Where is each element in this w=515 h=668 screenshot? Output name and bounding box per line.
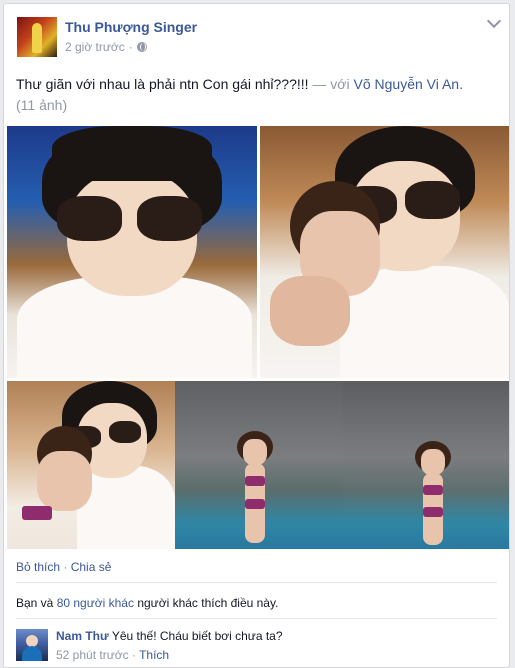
kid-swimsuit-top — [423, 485, 443, 495]
kid-face — [243, 439, 267, 465]
photo-3[interactable] — [7, 381, 175, 549]
divider — [16, 582, 497, 583]
author-avatar[interactable] — [17, 17, 57, 57]
kid-swimsuit-bottom — [423, 507, 443, 517]
divider — [16, 618, 497, 619]
kid-face — [37, 451, 92, 511]
photo-bangs — [52, 126, 212, 181]
kid-swimsuit-bottom — [245, 499, 265, 509]
post-text: Thư giãn với nhau là phải ntn Con gái nh… — [16, 74, 496, 116]
photo-count[interactable]: (11 ảnh) — [16, 97, 67, 113]
kid-swimsuit-top — [245, 476, 265, 486]
glasses-right — [137, 196, 202, 241]
photo-5[interactable] — [343, 381, 509, 549]
commenter-name[interactable]: Nam Thư — [56, 629, 109, 643]
share-link[interactable]: Chia sẻ — [71, 560, 112, 574]
comment-meta: 52 phút trước · Thích — [56, 648, 170, 662]
post-meta: 2 giờ trước · — [65, 40, 147, 54]
glasses-right — [109, 421, 141, 443]
comment: Nam Thư Yêu thế! Cháu biết bơi chưa ta? — [56, 629, 283, 643]
kid-face — [421, 449, 445, 475]
post-actions: Bỏ thích · Chia sẻ — [16, 560, 112, 574]
post-timestamp[interactable]: 2 giờ trước — [65, 40, 125, 54]
likes-others-link[interactable]: 80 người khác — [57, 596, 134, 610]
arm — [270, 276, 350, 346]
chevron-down-icon[interactable] — [486, 13, 502, 29]
comment-time[interactable]: 52 phút trước — [56, 648, 129, 662]
post-message: Thư giãn với nhau là phải ntn Con gái nh… — [16, 76, 309, 92]
comment-like-link[interactable]: Thích — [139, 648, 169, 662]
globe-icon[interactable] — [136, 42, 147, 52]
photo-4[interactable] — [175, 381, 343, 549]
author-name[interactable]: Thu Phượng Singer — [65, 19, 197, 35]
likes-summary: Bạn và 80 người khác người khác thích đi… — [16, 596, 279, 610]
commenter-avatar[interactable] — [16, 629, 48, 661]
tagged-user-link[interactable]: Võ Nguyễn Vi An. — [354, 76, 463, 92]
unlike-link[interactable]: Bỏ thích — [16, 560, 60, 574]
post-card: Thu Phượng Singer 2 giờ trước · Thư giãn… — [3, 3, 510, 668]
kid-swimsuit — [22, 506, 52, 520]
avatar-figure — [32, 23, 42, 53]
photo-1[interactable] — [7, 126, 257, 378]
with-prefix: — với — [312, 76, 350, 92]
glasses-right — [405, 181, 460, 219]
photo-2[interactable] — [260, 126, 509, 378]
glasses-left — [57, 196, 122, 241]
comment-text: Yêu thế! Cháu biết bơi chưa ta? — [111, 629, 283, 643]
